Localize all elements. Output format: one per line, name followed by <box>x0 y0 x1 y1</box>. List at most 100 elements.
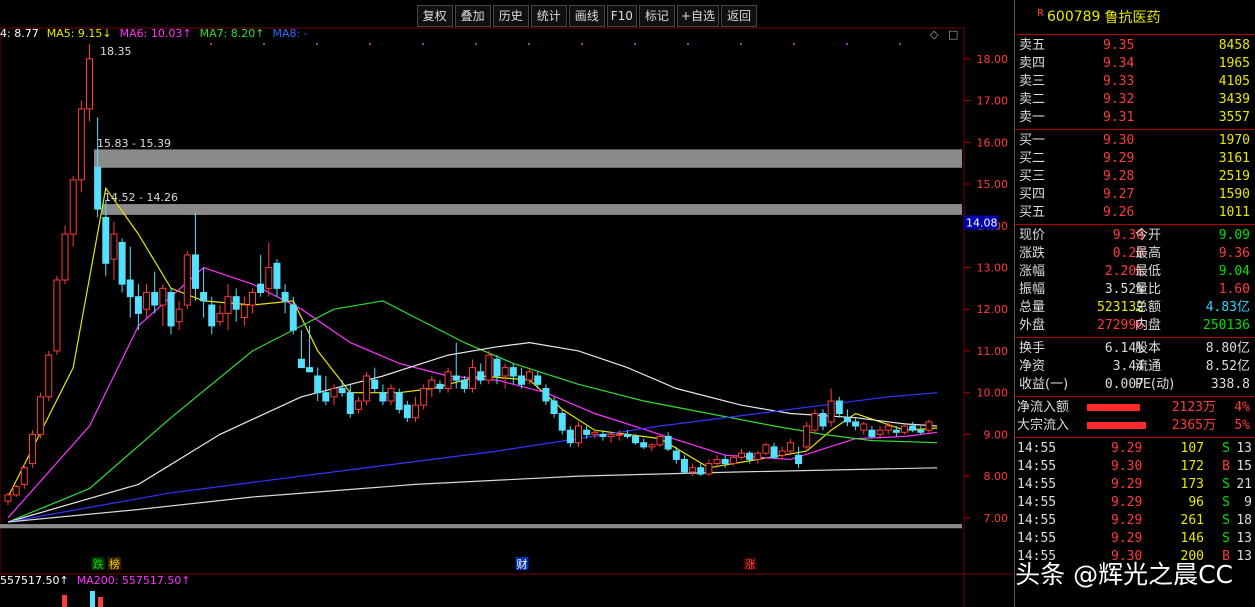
bids-row[interactable]: 买四 9.27 1590 <box>1015 186 1255 204</box>
stock-name: 鲁抗医药 <box>1104 10 1161 26</box>
tick-row: 14:55 9.29 146 S 13 <box>1015 530 1255 548</box>
candle <box>183 250 191 310</box>
toolbar-button-0[interactable]: 复权 <box>416 5 453 27</box>
marker-dot <box>581 43 583 45</box>
candle <box>648 442 656 452</box>
candle <box>868 426 876 439</box>
candle <box>28 430 36 468</box>
bids-row[interactable]: 买三 9.28 2519 <box>1015 168 1255 186</box>
candle <box>509 363 517 385</box>
asks-row[interactable]: 卖四 9.34 1965 <box>1015 55 1255 73</box>
candle <box>843 409 851 427</box>
stat-label: 涨跌 <box>1019 246 1046 261</box>
tick-row: 14:55 9.29 107 S 13 <box>1015 440 1255 458</box>
ask-list: 卖五 9.35 8458 卖四 9.34 1965 卖三 9.33 4105 卖二 9.32 3439… <box>1015 35 1255 129</box>
toolbar-button-1[interactable]: 叠加 <box>454 5 491 27</box>
candle <box>558 409 566 435</box>
stat-row: 收益(一) 0.007 PE(动) 338.8 <box>1015 376 1255 394</box>
ma-legend-item: MA7: 8.20↑ <box>199 27 265 40</box>
candle <box>917 426 925 435</box>
toolbar-button-6[interactable]: 标记 <box>638 5 675 27</box>
candle <box>925 419 933 433</box>
tick-list[interactable]: 14:55 9.29 107 S 13 14:55 9.30 172 B 15 14:55 9.29 1… <box>1015 438 1255 568</box>
ma-legend-item: MA5: 9.15↓ <box>46 27 112 40</box>
stat-row: 净资 3.44 流通 8.52亿 <box>1015 358 1255 376</box>
price-marker-label: 14.08 <box>966 216 998 229</box>
stat-value: 9.09 <box>1218 228 1250 243</box>
tick-flag: S <box>1222 441 1230 456</box>
candle <box>77 100 85 193</box>
stat-row: 外盘 272996 内盘 250136 <box>1015 317 1255 335</box>
candle <box>200 267 208 318</box>
order-price: 9.26 <box>1103 205 1135 220</box>
order-label: 卖三 <box>1019 74 1046 89</box>
tick-time: 14:55 <box>1017 513 1057 528</box>
marker-dot <box>210 43 212 45</box>
candle <box>338 380 346 397</box>
stat-row: 振幅 3.52% 量比 1.60 <box>1015 281 1255 299</box>
toolbar-button-7[interactable]: +自选 <box>676 5 719 27</box>
marker-dot <box>899 43 901 45</box>
maximize-box-icon[interactable]: □ <box>948 28 958 41</box>
candle <box>143 284 151 318</box>
stat-label: 收益(一) <box>1019 377 1069 392</box>
asks-row[interactable]: 卖五 9.35 8458 <box>1015 37 1255 55</box>
diamond-icon[interactable]: ◇ <box>930 28 938 41</box>
candle <box>281 284 289 314</box>
candle <box>876 426 884 439</box>
order-price: 9.30 <box>1103 133 1135 148</box>
marker-dot <box>263 43 265 45</box>
order-label: 卖四 <box>1019 56 1046 71</box>
stat-label: 振幅 <box>1019 282 1046 297</box>
stat-value: 9.36 <box>1218 246 1250 261</box>
candle <box>835 396 843 418</box>
toolbar-button-2[interactable]: 历史 <box>492 5 529 27</box>
watermark: 头条 @辉光之晨CC <box>1015 560 1233 589</box>
toolbar: 复权 叠加 历史 统计 画线 F10 标记 +自选 返回 <box>415 5 757 27</box>
candle <box>167 288 175 335</box>
y-tick-label: 10.00 <box>977 387 1009 400</box>
asks-row[interactable]: 卖三 9.33 4105 <box>1015 73 1255 91</box>
price-zone <box>0 524 962 529</box>
stat-row: 现价 9.30 今开 9.09 <box>1015 227 1255 245</box>
bids-row[interactable]: 买二 9.29 3161 <box>1015 150 1255 168</box>
toolbar-button-5[interactable]: F10 <box>606 5 637 27</box>
flow-percent: 5% <box>1234 418 1250 433</box>
kline-chart[interactable]: 18.3515.83 - 15.3914.52 - 14.2618.0017.0… <box>0 0 1013 607</box>
tick-count: 21 <box>1236 477 1252 492</box>
toolbar-button-3[interactable]: 统计 <box>530 5 567 27</box>
candle <box>249 288 256 314</box>
order-price: 9.31 <box>1103 110 1135 125</box>
tick-flag: S <box>1222 495 1230 510</box>
toolbar-button-4[interactable]: 画线 <box>568 5 605 27</box>
bids-row[interactable]: 买一 9.30 1970 <box>1015 132 1255 150</box>
candle <box>738 448 745 460</box>
high-price-label: 18.35 <box>100 45 132 58</box>
marker-dot <box>634 43 636 45</box>
asks-row[interactable]: 卖二 9.32 3439 <box>1015 91 1255 109</box>
ma-legend-item: 4: 8.77 <box>0 27 39 40</box>
ma-line <box>7 467 938 523</box>
bids-row[interactable]: 买五 9.26 1011 <box>1015 204 1255 222</box>
price-zone <box>94 149 962 168</box>
stat-row: 换手 6.14% 股本 8.80亿 <box>1015 340 1255 358</box>
y-tick-label: 9.00 <box>984 428 1009 441</box>
flow-bar <box>1087 404 1140 411</box>
candle <box>485 350 493 385</box>
kline-chart-area[interactable]: 18.35 15.83 - 15.39 14.52 - 14.26 18.00 17.0… <box>0 0 1013 607</box>
flow-row: 大宗流入 2365万 5% <box>1015 417 1255 435</box>
volume-legend-item: 557517.50↑ <box>0 574 69 587</box>
candle <box>778 446 786 460</box>
candle <box>363 371 371 406</box>
flow-row: 净流入额 2123万 4% <box>1015 399 1255 417</box>
candle <box>134 284 142 331</box>
asks-row[interactable]: 卖一 9.31 3557 <box>1015 109 1255 127</box>
y-tick-label: 7.00 <box>984 512 1009 525</box>
marker-dot <box>793 43 795 45</box>
candle <box>860 421 868 435</box>
tick-price: 9.29 <box>1111 495 1143 510</box>
order-price: 9.34 <box>1103 56 1135 71</box>
marker-dot <box>422 43 424 45</box>
y-tick-label: 18.00 <box>977 53 1009 66</box>
toolbar-button-8[interactable]: 返回 <box>720 5 757 27</box>
